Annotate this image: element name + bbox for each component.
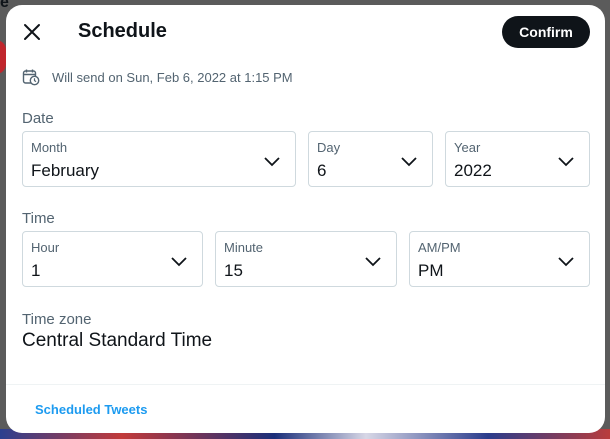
minute-value: 15 (224, 261, 243, 280)
confirm-button[interactable]: Confirm (502, 16, 590, 48)
timezone-label: Time zone (22, 311, 92, 328)
hour-value: 1 (31, 261, 41, 280)
ampm-value: PM (418, 261, 444, 280)
chevron-down-icon (558, 157, 574, 167)
month-value: February (31, 161, 100, 180)
ampm-select[interactable]: AM/PM PM (409, 231, 590, 287)
minute-label: Minute (224, 240, 264, 255)
close-button[interactable] (18, 18, 46, 46)
hour-select[interactable]: Hour 1 (22, 231, 203, 287)
month-select[interactable]: Month February (22, 131, 296, 187)
day-value: 6 (317, 161, 327, 180)
year-select[interactable]: Year 2022 (445, 131, 590, 187)
day-label: Day (317, 140, 341, 155)
send-note-text: Will send on Sun, Feb 6, 2022 at 1:15 PM (52, 69, 293, 85)
chevron-down-icon (264, 157, 280, 167)
chevron-down-icon (558, 257, 574, 267)
date-section-label: Date (22, 110, 54, 127)
schedule-modal: Schedule Confirm Will send on Sun, Feb 6… (6, 5, 605, 433)
send-note: Will send on Sun, Feb 6, 2022 at 1:15 PM (22, 68, 293, 86)
modal-title: Schedule (78, 20, 167, 42)
day-select[interactable]: Day 6 (308, 131, 433, 187)
year-label: Year (454, 140, 481, 155)
hour-label: Hour (31, 240, 60, 255)
calendar-clock-icon (22, 69, 40, 86)
footer-divider (6, 384, 605, 385)
modal-header: Schedule Confirm (6, 5, 605, 58)
year-value: 2022 (454, 161, 492, 180)
close-icon (24, 24, 40, 40)
minute-select[interactable]: Minute 15 (215, 231, 397, 287)
chevron-down-icon (365, 257, 381, 267)
timezone-value: Central Standard Time (22, 330, 213, 351)
scheduled-tweets-link[interactable]: Scheduled Tweets (35, 402, 147, 417)
month-label: Month (31, 140, 68, 155)
time-section-label: Time (22, 210, 55, 227)
chevron-down-icon (171, 257, 187, 267)
chevron-down-icon (401, 157, 417, 167)
ampm-label: AM/PM (418, 240, 461, 255)
